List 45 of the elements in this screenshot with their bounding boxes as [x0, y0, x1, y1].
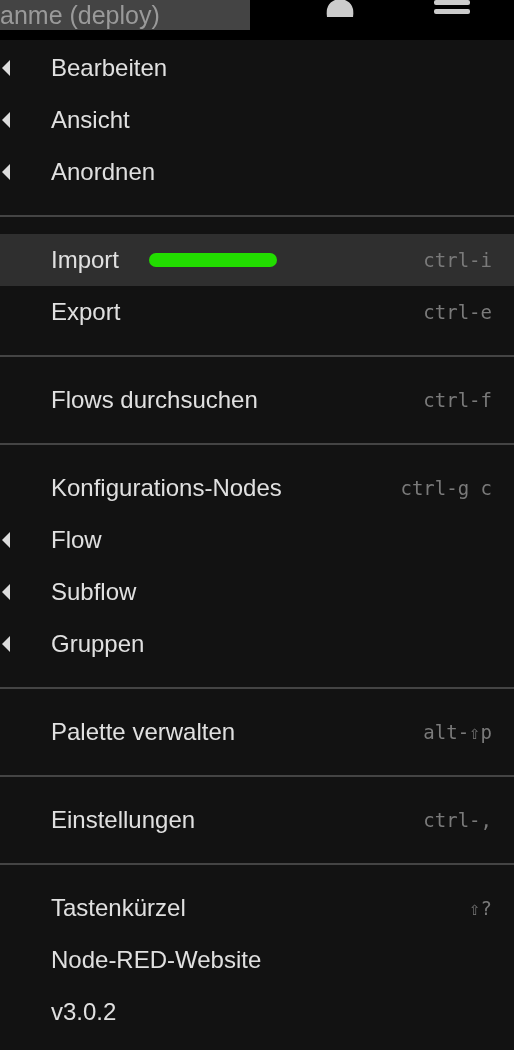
menu-label: Einstellungen	[51, 805, 196, 835]
menu-item[interactable]: Einstellungen ctrl-,	[0, 794, 514, 846]
menu-item[interactable]: Flows durchsuchen ctrl-f	[0, 374, 514, 426]
menu-item[interactable]: Gruppen	[0, 618, 514, 670]
shortcut-label: ctrl-,	[423, 807, 492, 833]
menu-label: Flow	[51, 525, 102, 555]
menu-icon[interactable]	[434, 0, 470, 14]
caret-icon	[2, 636, 10, 652]
shortcut-label: ctrl-g c	[400, 475, 492, 501]
menu-label: Flows durchsuchen	[51, 385, 258, 415]
menu-label: Tastenkürzel	[51, 893, 186, 923]
menu-label: Subflow	[51, 577, 137, 607]
menu-label: Bearbeiten	[51, 53, 168, 83]
menu-item[interactable]: Konfigurations-Nodes ctrl-g c	[0, 462, 514, 514]
user-icon[interactable]	[325, 0, 355, 17]
shortcut-label: ctrl-i	[423, 247, 492, 273]
menu-label: Konfigurations-Nodes	[51, 473, 282, 503]
caret-icon	[2, 164, 10, 180]
menu-label: Node-RED-Website	[51, 945, 262, 975]
menu-label: Export	[51, 297, 121, 327]
menu-item[interactable]: v3.0.2	[0, 986, 514, 1038]
menu-item[interactable]: Flow	[0, 514, 514, 566]
menu-item[interactable]: Anordnen	[0, 146, 514, 198]
menu-item[interactable]: Palette verwalten alt-⇧p	[0, 706, 514, 758]
menu-label: v3.0.2	[51, 997, 117, 1027]
caret-icon	[2, 584, 10, 600]
menu-item[interactable]: Bearbeiten	[0, 42, 514, 94]
shortcut-label: ctrl-f	[423, 387, 492, 413]
menu-item[interactable]: Export ctrl-e	[0, 286, 514, 338]
menu-item[interactable]: Ansicht	[0, 94, 514, 146]
menu-item[interactable]: Tastenkürzel ⇧?	[0, 882, 514, 934]
caret-icon	[2, 532, 10, 548]
menu-item[interactable]: Subflow	[0, 566, 514, 618]
caret-icon	[2, 60, 10, 76]
menu-label: Import	[51, 245, 119, 275]
shortcut-label: ctrl-e	[423, 299, 492, 325]
menu-label: Gruppen	[51, 629, 145, 659]
menu-item[interactable]: Node-RED-Website	[0, 934, 514, 986]
menu-label: Anordnen	[51, 157, 156, 187]
menu-item[interactable]: Import ctrl-i	[0, 234, 514, 286]
shortcut-label: alt-⇧p	[423, 719, 492, 745]
menu-label: Ansicht	[51, 105, 130, 135]
menu-label: Palette verwalten	[51, 717, 236, 747]
caret-icon	[2, 112, 10, 128]
shortcut-label: ⇧?	[469, 895, 492, 921]
